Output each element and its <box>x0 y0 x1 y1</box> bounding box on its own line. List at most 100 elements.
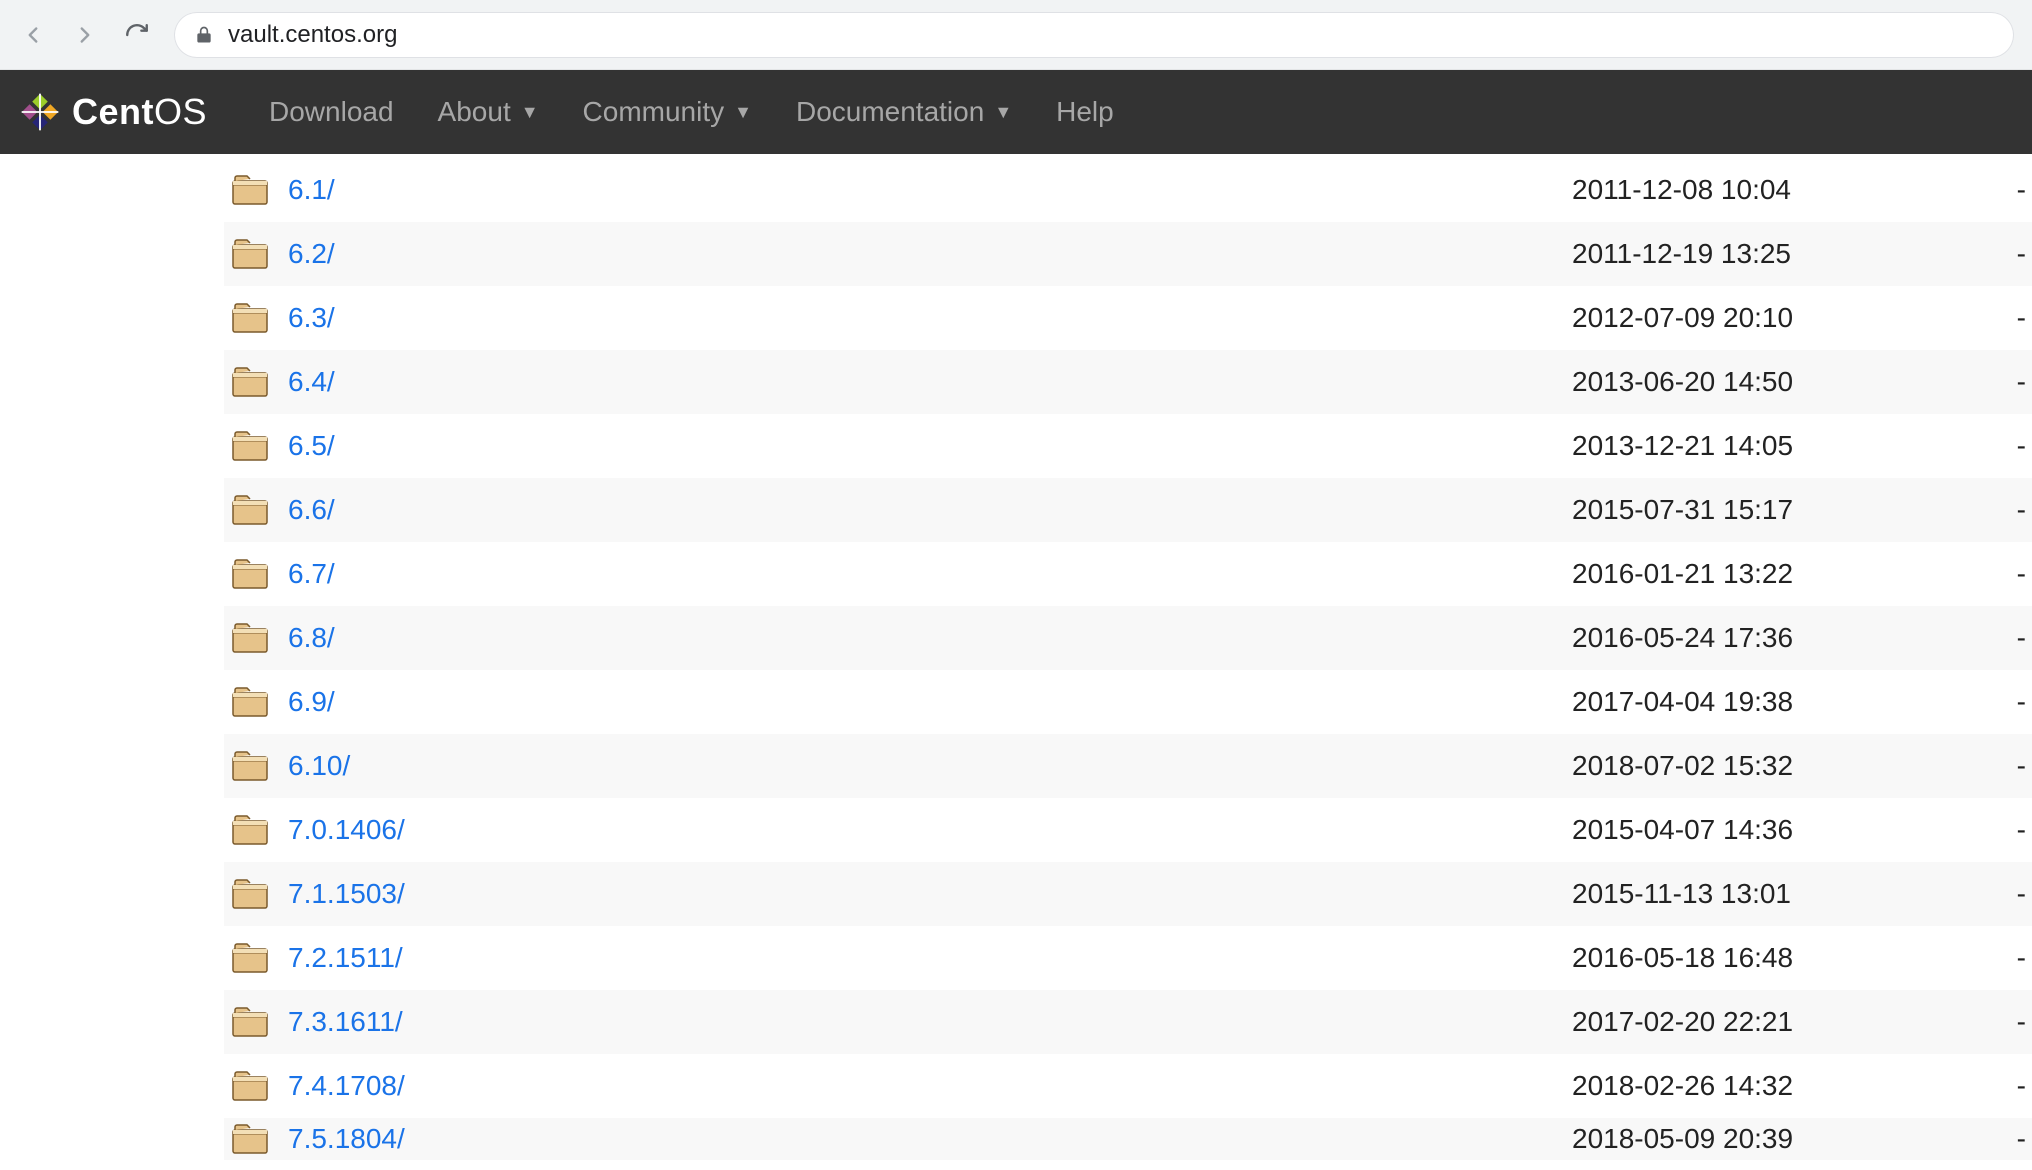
dir-link[interactable]: 6.7/ <box>288 558 1572 590</box>
brand-text: CentOS <box>72 91 207 133</box>
modified-date: 2016-01-21 13:22 <box>1572 558 2002 590</box>
nav-item-label: About <box>438 96 511 128</box>
modified-date: 2013-06-20 14:50 <box>1572 366 2002 398</box>
modified-date: 2011-12-08 10:04 <box>1572 174 2002 206</box>
folder-icon <box>232 815 288 845</box>
modified-date: 2017-04-04 19:38 <box>1572 686 2002 718</box>
table-row: 6.1/2011-12-08 10:04- <box>224 158 2032 222</box>
dir-link[interactable]: 6.1/ <box>288 174 1572 206</box>
folder-icon <box>232 1071 288 1101</box>
dir-link[interactable]: 6.3/ <box>288 302 1572 334</box>
dir-link[interactable]: 7.3.1611/ <box>288 1006 1572 1038</box>
nav-item-help[interactable]: Help <box>1038 86 1132 138</box>
browser-toolbar: vault.centos.org <box>0 0 2032 70</box>
folder-icon <box>232 303 288 333</box>
table-row: 7.4.1708/2018-02-26 14:32- <box>224 1054 2032 1118</box>
chevron-down-icon: ▼ <box>734 102 752 123</box>
file-size: - <box>2002 238 2032 270</box>
table-row: 6.4/2013-06-20 14:50- <box>224 350 2032 414</box>
nav-item-label: Help <box>1056 96 1114 128</box>
lock-icon <box>194 25 214 45</box>
dir-link[interactable]: 6.4/ <box>288 366 1572 398</box>
modified-date: 2016-05-18 16:48 <box>1572 942 2002 974</box>
dir-link[interactable]: 6.6/ <box>288 494 1572 526</box>
site-header: CentOS DownloadAbout▼Community▼Documenta… <box>0 70 2032 154</box>
dir-link[interactable]: 6.10/ <box>288 750 1572 782</box>
nav-item-community[interactable]: Community ▼ <box>565 86 770 138</box>
file-size: - <box>2002 302 2032 334</box>
table-row: 6.7/2016-01-21 13:22- <box>224 542 2032 606</box>
table-row: 6.2/2011-12-19 13:25- <box>224 222 2032 286</box>
folder-icon <box>232 367 288 397</box>
file-size: - <box>2002 1123 2032 1155</box>
modified-date: 2018-07-02 15:32 <box>1572 750 2002 782</box>
folder-icon <box>232 1007 288 1037</box>
file-size: - <box>2002 942 2032 974</box>
nav-item-label: Community <box>583 96 725 128</box>
dir-link[interactable]: 7.2.1511/ <box>288 942 1572 974</box>
chevron-down-icon: ▼ <box>994 102 1012 123</box>
dir-link[interactable]: 7.0.1406/ <box>288 814 1572 846</box>
folder-icon <box>232 239 288 269</box>
folder-icon <box>232 431 288 461</box>
table-row: 6.10/2018-07-02 15:32- <box>224 734 2032 798</box>
table-row: 7.5.1804/2018-05-09 20:39- <box>224 1118 2032 1160</box>
modified-date: 2012-07-09 20:10 <box>1572 302 2002 334</box>
table-row: 7.2.1511/2016-05-18 16:48- <box>224 926 2032 990</box>
file-size: - <box>2002 1006 2032 1038</box>
file-size: - <box>2002 686 2032 718</box>
folder-icon <box>232 559 288 589</box>
folder-icon <box>232 943 288 973</box>
centos-logo-icon <box>18 90 62 134</box>
folder-icon <box>232 1124 288 1154</box>
folder-icon <box>232 495 288 525</box>
dir-link[interactable]: 6.2/ <box>288 238 1572 270</box>
table-row: 6.9/2017-04-04 19:38- <box>224 670 2032 734</box>
modified-date: 2015-04-07 14:36 <box>1572 814 2002 846</box>
folder-icon <box>232 175 288 205</box>
table-row: 7.1.1503/2015-11-13 13:01- <box>224 862 2032 926</box>
back-button[interactable] <box>18 20 48 50</box>
modified-date: 2018-02-26 14:32 <box>1572 1070 2002 1102</box>
table-row: 7.3.1611/2017-02-20 22:21- <box>224 990 2032 1054</box>
url-text: vault.centos.org <box>228 21 397 49</box>
file-size: - <box>2002 366 2032 398</box>
nav-item-label: Download <box>269 96 394 128</box>
directory-listing: 6.1/2011-12-08 10:04- 6.2/2011-12-19 13:… <box>0 154 2032 1160</box>
address-bar[interactable]: vault.centos.org <box>174 12 2014 58</box>
nav-item-download[interactable]: Download <box>251 86 412 138</box>
chevron-down-icon: ▼ <box>521 102 539 123</box>
file-size: - <box>2002 494 2032 526</box>
folder-icon <box>232 623 288 653</box>
modified-date: 2016-05-24 17:36 <box>1572 622 2002 654</box>
dir-link[interactable]: 6.5/ <box>288 430 1572 462</box>
dir-link[interactable]: 6.8/ <box>288 622 1572 654</box>
table-row: 6.5/2013-12-21 14:05- <box>224 414 2032 478</box>
modified-date: 2011-12-19 13:25 <box>1572 238 2002 270</box>
file-size: - <box>2002 750 2032 782</box>
dir-link[interactable]: 7.1.1503/ <box>288 878 1572 910</box>
file-size: - <box>2002 622 2032 654</box>
modified-date: 2013-12-21 14:05 <box>1572 430 2002 462</box>
modified-date: 2017-02-20 22:21 <box>1572 1006 2002 1038</box>
file-size: - <box>2002 1070 2032 1102</box>
file-size: - <box>2002 430 2032 462</box>
nav-item-label: Documentation <box>796 96 984 128</box>
file-size: - <box>2002 878 2032 910</box>
file-size: - <box>2002 558 2032 590</box>
nav-item-documentation[interactable]: Documentation ▼ <box>778 86 1030 138</box>
folder-icon <box>232 879 288 909</box>
modified-date: 2018-05-09 20:39 <box>1572 1123 2002 1155</box>
dir-link[interactable]: 7.4.1708/ <box>288 1070 1572 1102</box>
forward-button[interactable] <box>70 20 100 50</box>
table-row: 7.0.1406/2015-04-07 14:36- <box>224 798 2032 862</box>
nav-item-about[interactable]: About ▼ <box>420 86 557 138</box>
brand-logo[interactable]: CentOS <box>18 90 207 134</box>
reload-button[interactable] <box>122 20 152 50</box>
dir-link[interactable]: 7.5.1804/ <box>288 1123 1572 1155</box>
folder-icon <box>232 751 288 781</box>
modified-date: 2015-07-31 15:17 <box>1572 494 2002 526</box>
dir-link[interactable]: 6.9/ <box>288 686 1572 718</box>
folder-icon <box>232 687 288 717</box>
table-row: 6.3/2012-07-09 20:10- <box>224 286 2032 350</box>
